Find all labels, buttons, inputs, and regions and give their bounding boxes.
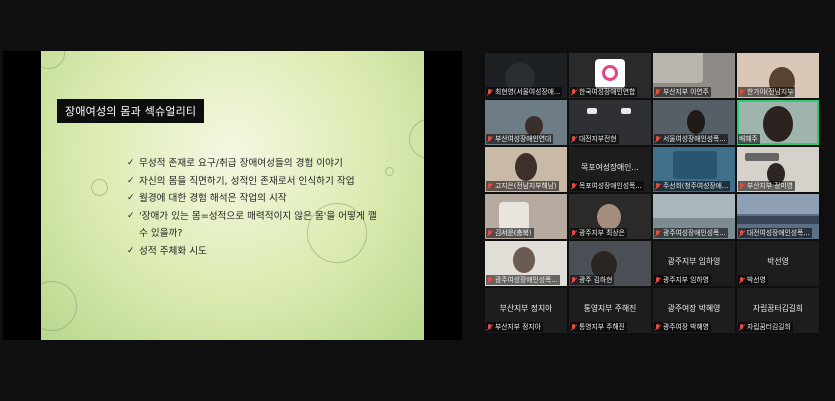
check-icon: ✓ [127, 175, 135, 186]
video-feed [597, 204, 621, 230]
participant-tile[interactable]: 대전여성장애인성폭... [737, 194, 819, 239]
mic-muted-icon [655, 135, 661, 143]
participant-tile[interactable]: 부산여성장애인연대 [485, 100, 567, 145]
slide-bullet: ✓ 성적 주체화 시도 [127, 243, 387, 261]
video-feed [515, 153, 537, 181]
participant-tile[interactable]: 광주여성장애인성폭... [485, 241, 567, 286]
participant-tile[interactable]: 광주여성장애인성폭... [653, 194, 735, 239]
video-feed [673, 151, 717, 179]
mic-muted-icon [655, 323, 661, 331]
decor-circle [41, 281, 77, 331]
video-feed [621, 108, 631, 114]
video-feed [653, 194, 735, 218]
video-feed [737, 216, 819, 224]
mic-muted-icon [655, 276, 661, 284]
participant-tile[interactable]: 박선영 박선영 [737, 241, 819, 286]
slide-bullet: ✓ 자신의 몸을 직면하기, 성적인 존재로서 인식하기 작업 [127, 173, 387, 191]
video-feed [513, 247, 535, 273]
slide-bullet: ✓ '장애가 있는 몸=성적으로 매력적이지 않은 몸'을 어떻게 깰 수 있을까… [127, 208, 387, 243]
video-feed [687, 110, 705, 134]
mic-muted-icon [487, 229, 493, 237]
decor-circle [41, 51, 65, 69]
mic-muted-icon [487, 88, 493, 96]
participant-tile[interactable]: 서울여성장애인성폭... [653, 100, 735, 145]
mic-muted-icon [571, 182, 577, 190]
presentation-slide: 장애여성의 몸과 섹슈얼리티 ✓ 무성적 존재로 요구/취급 장애여성들의 경험 … [41, 51, 424, 340]
check-icon: ✓ [127, 158, 135, 168]
decor-circle [91, 179, 108, 196]
mic-muted-icon [487, 135, 493, 143]
mic-muted-icon [655, 88, 661, 96]
mic-muted-icon [571, 323, 577, 331]
video-feed [737, 194, 819, 214]
participant-tile[interactable]: 광주지부 임하영 광주지부 임하영 [653, 241, 735, 286]
participant-tile[interactable]: 최현영(서울여성장애... [485, 53, 567, 98]
mic-muted-icon [739, 182, 745, 190]
screen-share-area: 장애여성의 몸과 섹슈얼리티 ✓ 무성적 존재로 요구/취급 장애여성들의 경험 … [3, 51, 462, 340]
mic-muted-icon [739, 276, 745, 284]
mic-muted-icon [739, 323, 745, 331]
active-speaker-tile[interactable]: 배혜주 [737, 100, 819, 145]
check-icon: ✓ [127, 193, 135, 203]
participant-tile[interactable]: 부산지부 이연주 [653, 53, 735, 98]
participant-tile[interactable]: 부산지부 정미영 [737, 147, 819, 192]
participant-tile[interactable]: 한국여성장애인연합 [569, 53, 651, 98]
decor-circle [409, 119, 424, 159]
mic-muted-icon [655, 182, 661, 190]
video-feed [763, 106, 793, 142]
check-icon: ✓ [127, 245, 135, 256]
mic-muted-icon [487, 182, 493, 190]
slide-title: 장애여성의 몸과 섹슈얼리티 [57, 99, 205, 123]
participant-gallery: 최현영(서울여성장애... 한국여성장애인연합 부산지부 이연주 한가야(전남지… [485, 53, 819, 337]
participant-tile[interactable]: 통영지부 주해진 통영지부 주해진 [569, 288, 651, 333]
slide-bullet: ✓ 무성적 존재로 요구/취급 장애여성들의 경험 이야기 [127, 155, 387, 173]
slide-bullets: ✓ 무성적 존재로 요구/취급 장애여성들의 경험 이야기 ✓ 자신의 몸을 직면하… [127, 155, 387, 260]
mic-muted-icon [571, 229, 577, 237]
video-feed [587, 108, 597, 114]
mic-muted-icon [655, 229, 661, 237]
mic-muted-icon [487, 323, 493, 331]
mic-muted-icon [571, 88, 577, 96]
video-feed [525, 116, 543, 136]
participant-tile[interactable]: 고지은(전남지부해남) [485, 147, 567, 192]
organization-logo [595, 59, 625, 89]
participant-tile[interactable]: 목포여성장애인... 목포여성장애인성폭... [569, 147, 651, 192]
mic-muted-icon [571, 135, 577, 143]
participant-tile[interactable]: 김서운(충북) [485, 194, 567, 239]
participant-tile[interactable]: 광주여장 박혜영 광주여장 박혜영 [653, 288, 735, 333]
participant-tile[interactable]: 부산지부 정지아 부산지부 정지아 [485, 288, 567, 333]
participant-tile[interactable]: 광주 김하현 [569, 241, 651, 286]
participant-tile[interactable]: 대전지부전현 [569, 100, 651, 145]
mic-muted-icon [487, 276, 493, 284]
mic-muted-icon [571, 276, 577, 284]
participant-tile[interactable]: 자립꿈터김길희 자립꿈터김길희 [737, 288, 819, 333]
participant-tile[interactable]: 주선희(청주여성장애... [653, 147, 735, 192]
participant-tile[interactable]: 광주지부 최상은 [569, 194, 651, 239]
participant-tile[interactable]: 한가야(전남지부 [737, 53, 819, 98]
check-icon: ✓ [127, 210, 135, 221]
slide-bullet: ✓ 월경에 대한 경험 해석은 작업의 시작 [127, 190, 387, 208]
video-feed [745, 153, 779, 161]
mic-muted-icon [739, 88, 745, 96]
mic-muted-icon [739, 229, 745, 237]
video-feed [653, 53, 703, 83]
